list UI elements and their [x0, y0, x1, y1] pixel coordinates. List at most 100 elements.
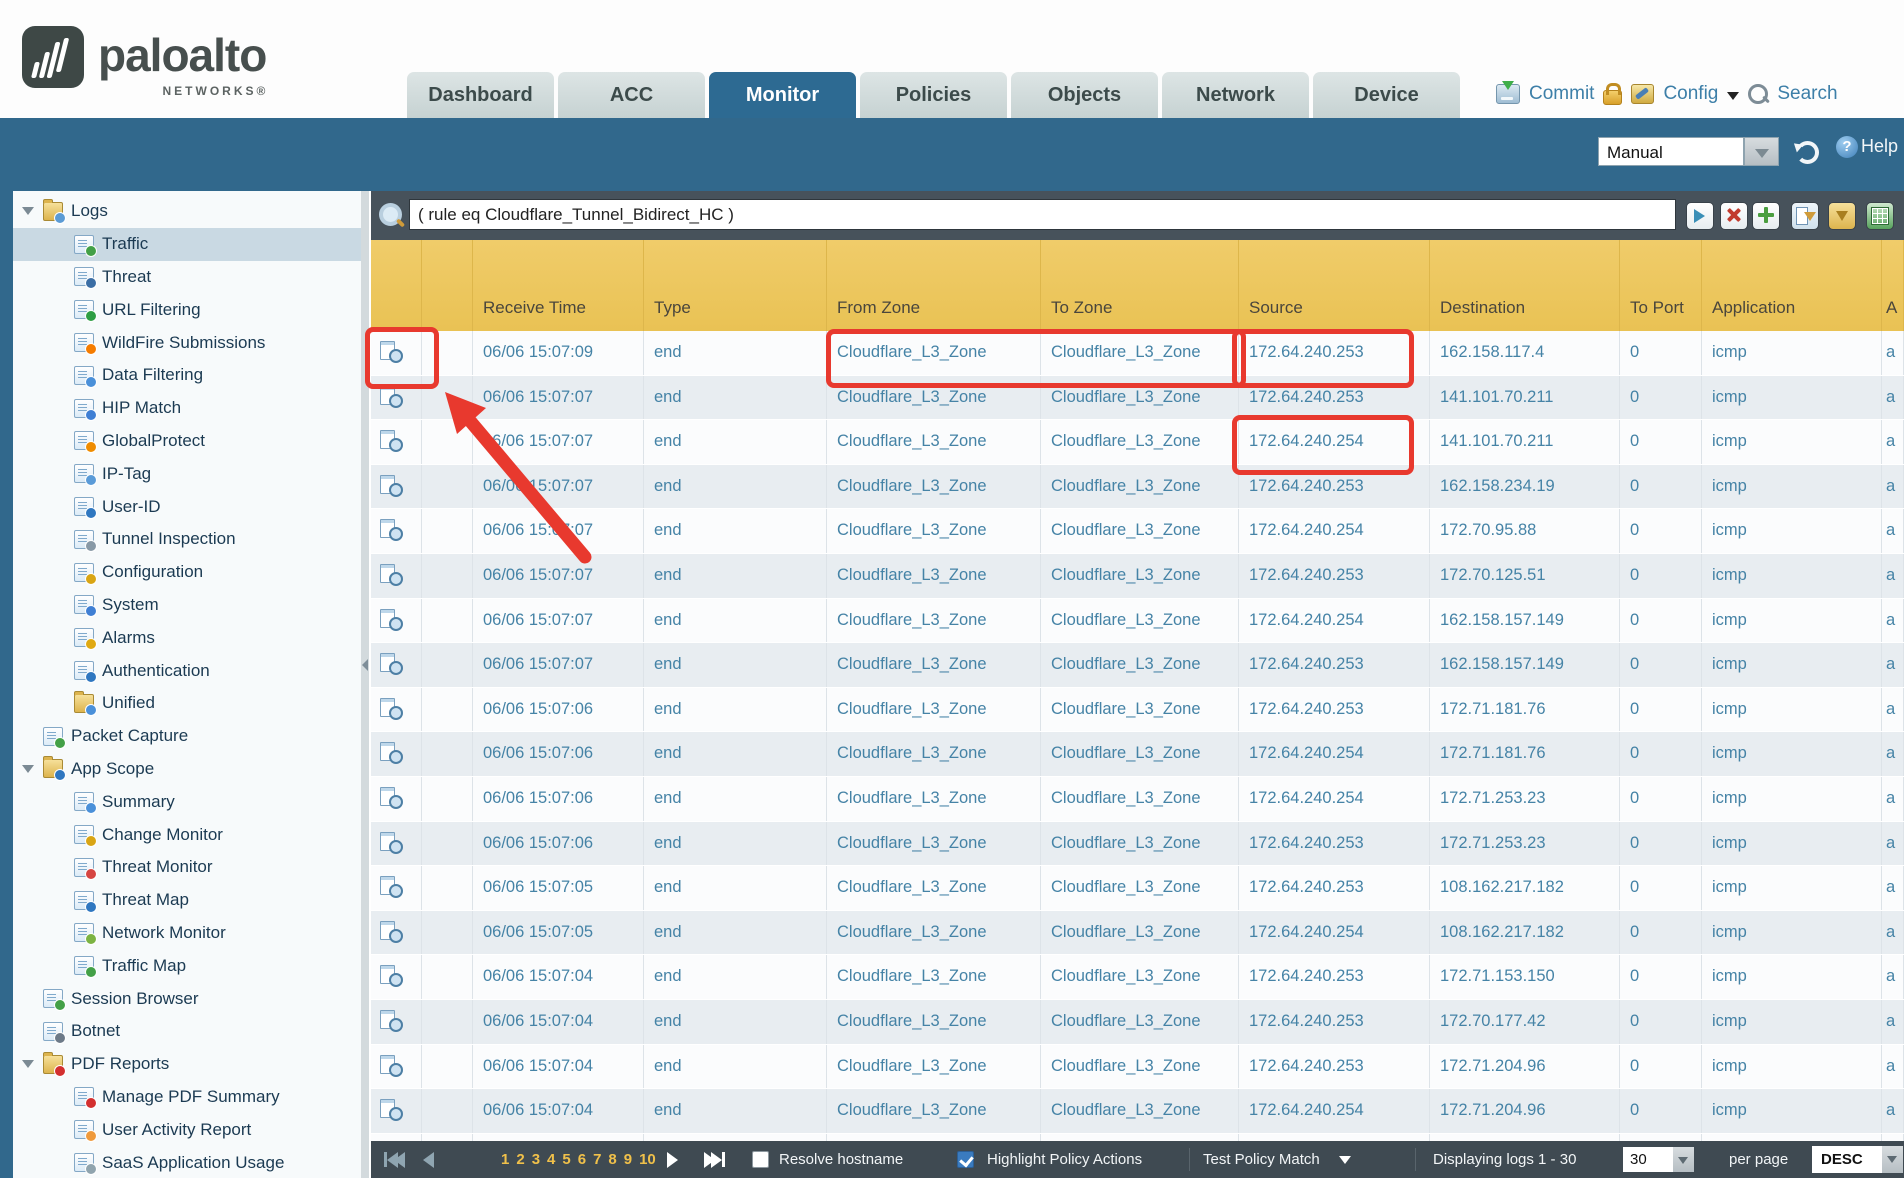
expander-icon[interactable]: [22, 1060, 34, 1068]
sidebar-item-logs[interactable]: Logs: [13, 195, 361, 228]
highlight-policy-checkbox[interactable]: [957, 1141, 974, 1178]
last-page-icon[interactable]: [704, 1141, 725, 1178]
config-button[interactable]: Config: [1663, 83, 1718, 105]
sidebar-item-unified[interactable]: Unified: [13, 687, 361, 720]
sidebar-item-configuration[interactable]: Configuration: [13, 556, 361, 589]
search-button[interactable]: Search: [1777, 83, 1837, 105]
commit-icon[interactable]: [1496, 84, 1520, 104]
log-detail-icon[interactable]: [380, 341, 404, 363]
log-row[interactable]: 06/06 15:07:06endCloudflare_L3_ZoneCloud…: [371, 688, 1904, 733]
sidebar-item-pdf-reports[interactable]: PDF Reports: [13, 1048, 361, 1081]
log-detail-icon[interactable]: [380, 698, 404, 720]
log-row[interactable]: 06/06 15:07:07endCloudflare_L3_ZoneCloud…: [371, 420, 1904, 465]
tab-network[interactable]: Network: [1162, 72, 1309, 118]
column-header-action[interactable]: A: [1882, 240, 1904, 331]
load-filter-button[interactable]: [1828, 202, 1856, 230]
page-number-7[interactable]: 7: [593, 1151, 601, 1168]
search-icon[interactable]: [1748, 84, 1768, 104]
prev-page-icon[interactable]: [423, 1141, 434, 1178]
sidebar-item-change-monitor[interactable]: Change Monitor: [13, 818, 361, 851]
log-row[interactable]: 06/06 15:07:07endCloudflare_L3_ZoneCloud…: [371, 509, 1904, 554]
first-page-icon[interactable]: [384, 1141, 405, 1178]
sidebar-item-network-monitor[interactable]: Network Monitor: [13, 917, 361, 950]
sidebar-item-manage-pdf-summary[interactable]: Manage PDF Summary: [13, 1081, 361, 1114]
column-header-application[interactable]: Application: [1702, 240, 1882, 331]
log-detail-icon[interactable]: [380, 921, 404, 943]
column-header-type[interactable]: Type: [644, 240, 827, 331]
log-row[interactable]: 06/06 15:07:04endCloudflare_L3_ZoneCloud…: [371, 1045, 1904, 1090]
sidebar-item-session-browser[interactable]: Session Browser: [13, 982, 361, 1015]
add-filter-button[interactable]: [1752, 202, 1780, 230]
sidebar-item-app-scope[interactable]: App Scope: [13, 753, 361, 786]
column-header-source[interactable]: Source: [1239, 240, 1430, 331]
sidebar-item-hip-match[interactable]: HIP Match: [13, 392, 361, 425]
page-number-8[interactable]: 8: [608, 1151, 616, 1168]
sidebar-item-data-filtering[interactable]: Data Filtering: [13, 359, 361, 392]
log-filter-input[interactable]: [409, 199, 1676, 230]
sidebar-item-traffic-map[interactable]: Traffic Map: [13, 949, 361, 982]
sidebar-item-threat[interactable]: Threat: [13, 261, 361, 294]
page-number-4[interactable]: 4: [547, 1151, 555, 1168]
next-page-icon[interactable]: [667, 1141, 678, 1178]
page-number-5[interactable]: 5: [562, 1151, 570, 1168]
sidebar-item-ip-tag[interactable]: IP-Tag: [13, 457, 361, 490]
log-row[interactable]: 06/06 15:07:05endCloudflare_L3_ZoneCloud…: [371, 866, 1904, 911]
log-row[interactable]: 06/06 15:07:07endCloudflare_L3_ZoneCloud…: [371, 376, 1904, 421]
column-header-from-zone[interactable]: From Zone: [827, 240, 1041, 331]
log-row[interactable]: 06/06 15:07:07endCloudflare_L3_ZoneCloud…: [371, 465, 1904, 510]
log-row[interactable]: 06/06 15:07:06endCloudflare_L3_ZoneCloud…: [371, 777, 1904, 822]
log-row[interactable]: 06/06 15:07:05endCloudflare_L3_ZoneCloud…: [371, 911, 1904, 956]
page-number-1[interactable]: 1: [501, 1151, 509, 1168]
sidebar-item-system[interactable]: System: [13, 589, 361, 622]
page-number-3[interactable]: 3: [532, 1151, 540, 1168]
sidebar-item-user-id[interactable]: User-ID: [13, 490, 361, 523]
log-row[interactable]: 06/06 15:07:09endCloudflare_L3_ZoneCloud…: [371, 331, 1904, 376]
sidebar-item-threat-monitor[interactable]: Threat Monitor: [13, 851, 361, 884]
tab-objects[interactable]: Objects: [1011, 72, 1158, 118]
sidebar-item-url-filtering[interactable]: URL Filtering: [13, 293, 361, 326]
column-header-to-port[interactable]: To Port: [1620, 240, 1702, 331]
log-detail-icon[interactable]: [380, 1055, 404, 1077]
log-detail-icon[interactable]: [380, 832, 404, 854]
config-caret-icon[interactable]: [1727, 92, 1739, 100]
column-header-to-zone[interactable]: To Zone: [1041, 240, 1239, 331]
sidebar-item-globalprotect[interactable]: GlobalProtect: [13, 425, 361, 458]
sort-order-select[interactable]: DESC: [1812, 1141, 1903, 1178]
tab-policies[interactable]: Policies: [860, 72, 1007, 118]
sidebar-item-tunnel-inspection[interactable]: Tunnel Inspection: [13, 523, 361, 556]
refresh-interval-caret-icon[interactable]: [1744, 137, 1779, 166]
resolve-hostname-checkbox[interactable]: [752, 1141, 769, 1178]
log-detail-icon[interactable]: [380, 564, 404, 586]
log-row[interactable]: 06/06 15:07:07endCloudflare_L3_ZoneCloud…: [371, 599, 1904, 644]
clear-filter-button[interactable]: [1720, 202, 1748, 230]
sidebar-item-authentication[interactable]: Authentication: [13, 654, 361, 687]
config-icon[interactable]: [1631, 84, 1654, 104]
sidebar-item-packet-capture[interactable]: Packet Capture: [13, 720, 361, 753]
log-row[interactable]: 06/06 15:07:06endCloudflare_L3_ZoneCloud…: [371, 732, 1904, 777]
expander-icon[interactable]: [22, 765, 34, 773]
highlight-policy-label[interactable]: Highlight Policy Actions: [987, 1141, 1142, 1178]
sidebar-item-threat-map[interactable]: Threat Map: [13, 884, 361, 917]
column-header-receive-time[interactable]: Receive Time: [473, 240, 644, 331]
log-detail-icon[interactable]: [380, 1099, 404, 1121]
help-link[interactable]: Help: [1861, 136, 1898, 157]
sidebar-item-botnet[interactable]: Botnet: [13, 1015, 361, 1048]
test-policy-caret-icon[interactable]: [1339, 1141, 1351, 1178]
refresh-icon[interactable]: [1796, 141, 1819, 164]
lock-icon[interactable]: [1603, 90, 1622, 105]
log-detail-icon[interactable]: [380, 876, 404, 898]
sidebar-item-wildfire-submissions[interactable]: WildFire Submissions: [13, 326, 361, 359]
tab-acc[interactable]: ACC: [558, 72, 705, 118]
page-number-9[interactable]: 9: [624, 1151, 632, 1168]
page-number-10[interactable]: 10: [639, 1151, 656, 1168]
log-detail-icon[interactable]: [380, 787, 404, 809]
help-icon[interactable]: ?: [1836, 136, 1858, 158]
sidebar-item-user-activity-report[interactable]: User Activity Report: [13, 1113, 361, 1146]
page-number-2[interactable]: 2: [516, 1151, 524, 1168]
page-number-6[interactable]: 6: [578, 1151, 586, 1168]
log-detail-icon[interactable]: [380, 609, 404, 631]
sidebar-collapse-handle[interactable]: [361, 191, 369, 1178]
filter-builder-button[interactable]: [1791, 202, 1819, 230]
apply-filter-button[interactable]: [1686, 202, 1714, 230]
sidebar-item-traffic[interactable]: Traffic: [13, 228, 361, 261]
